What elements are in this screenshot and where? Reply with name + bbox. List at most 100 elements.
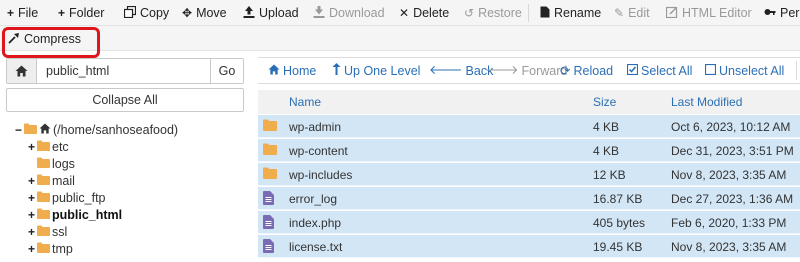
expand-plus-icon[interactable]: + — [27, 140, 36, 154]
home-button[interactable]: Home — [268, 58, 316, 83]
select-all-button[interactable]: Select All — [626, 58, 692, 83]
arrow-left-icon: 🡐 — [429, 63, 463, 77]
tree-item-logs[interactable]: logs — [27, 155, 75, 172]
folder-icon — [263, 119, 277, 134]
back-button[interactable]: 🡐 Back — [429, 58, 493, 83]
file-modified: Nov 8, 2023, 3:35 AM — [671, 167, 787, 182]
highlight-box — [2, 27, 100, 58]
file-size: 16.87 KB — [593, 191, 643, 206]
toolbar-divider — [528, 4, 529, 22]
html-editor-button[interactable]: HTML Editor — [665, 0, 752, 25]
file-name: wp-content — [289, 143, 348, 158]
home-icon[interactable] — [7, 59, 37, 83]
folder-icon — [37, 191, 50, 205]
navigation-bar: Home Up One Level 🡐 Back 🡒 Forward ⟳ Reload… — [258, 57, 800, 84]
tree-item-public-html[interactable]: + public_html — [27, 206, 122, 223]
edit-button[interactable]: ✎ Edit — [614, 0, 650, 25]
reload-button[interactable]: ⟳ Reload — [560, 58, 613, 83]
collapse-minus-icon[interactable]: − — [14, 123, 23, 137]
checked-box-icon — [626, 63, 639, 78]
table-row[interactable]: license.txt 19.45 KB Nov 8, 2023, 3:35 A… — [258, 235, 800, 258]
arrow-right-icon: 🡒 — [485, 63, 519, 77]
download-icon — [313, 5, 325, 21]
folder-icon — [263, 167, 277, 182]
expand-plus-icon[interactable]: + — [27, 191, 36, 205]
file-list-table: Name Size Last Modified wp-admin 4 KB Oc… — [258, 90, 800, 262]
file-name: wp-includes — [289, 167, 353, 182]
folder-icon — [37, 208, 50, 222]
close-icon: ✕ — [399, 6, 410, 20]
delete-button[interactable]: ✕ Delete — [399, 0, 449, 25]
folder-icon — [37, 225, 50, 239]
folder-icon — [263, 143, 277, 158]
pencil-icon: ✎ — [614, 6, 625, 20]
tree-root[interactable]: − (/home/sanhoseafood) — [14, 121, 178, 138]
upload-icon — [243, 5, 255, 21]
expand-plus-icon[interactable]: + — [27, 208, 36, 222]
tree-item-public-ftp[interactable]: + public_ftp — [27, 189, 106, 206]
expand-plus-icon[interactable]: + — [27, 225, 36, 239]
plus-icon: + — [58, 6, 66, 20]
file-modified: Oct 6, 2023, 10:12 AM — [671, 119, 791, 134]
tree-item-ssl[interactable]: + ssl — [27, 223, 67, 240]
move-button[interactable]: ✥ Move — [182, 0, 227, 25]
file-size: 19.45 KB — [593, 239, 643, 254]
file-modified: Nov 8, 2023, 3:35 AM — [671, 239, 787, 254]
folder-icon — [37, 157, 50, 171]
file-icon — [263, 239, 274, 256]
table-row[interactable]: wp-admin 4 KB Oct 6, 2023, 10:12 AM — [258, 115, 800, 138]
file-size: 4 KB — [593, 119, 620, 134]
tree-item-tmp[interactable]: + tmp — [27, 240, 73, 257]
new-file-button[interactable]: + File — [7, 0, 38, 25]
copy-icon — [123, 5, 137, 21]
file-size: 4 KB — [593, 143, 620, 158]
collapse-all-button[interactable]: Collapse All — [6, 88, 244, 112]
path-input[interactable] — [38, 59, 218, 83]
restore-button[interactable]: ↺ Restore — [464, 0, 522, 25]
up-one-level-button[interactable]: Up One Level — [332, 58, 420, 83]
file-name: license.txt — [289, 239, 343, 254]
upload-button[interactable]: Upload — [243, 0, 299, 25]
table-header: Name Size Last Modified — [258, 90, 800, 114]
column-header-name[interactable]: Name — [289, 90, 321, 114]
tree-item-etc[interactable]: + etc — [27, 138, 69, 155]
permissions-button[interactable]: Perm — [764, 0, 800, 25]
unselect-all-button[interactable]: Unselect All — [704, 58, 784, 83]
new-folder-button[interactable]: + Folder — [58, 0, 104, 25]
move-arrows-icon: ✥ — [182, 6, 193, 20]
forward-button[interactable]: 🡒 Forward — [485, 58, 567, 83]
table-row[interactable]: error_log 16.87 KB Dec 27, 2023, 1:36 AM — [258, 187, 800, 210]
file-size: 12 KB — [593, 167, 626, 182]
table-row[interactable]: wp-content 4 KB Dec 31, 2023, 3:51 PM — [258, 139, 800, 162]
download-button[interactable]: Download — [313, 0, 385, 25]
key-icon — [764, 6, 776, 21]
column-header-last-modified[interactable]: Last Modified — [671, 90, 742, 114]
folder-icon — [37, 140, 50, 154]
document-icon — [540, 6, 550, 21]
tree-item-mail[interactable]: + mail — [27, 172, 75, 189]
folder-icon — [37, 242, 50, 256]
file-icon — [263, 215, 274, 232]
table-row[interactable]: index.php 405 bytes Feb 6, 2020, 1:33 PM — [258, 211, 800, 234]
home-icon — [39, 122, 51, 137]
plus-icon: + — [7, 6, 15, 20]
expand-plus-icon[interactable]: + — [27, 174, 36, 188]
file-name: error_log — [289, 191, 338, 206]
go-button[interactable]: Go — [210, 59, 243, 83]
restore-icon: ↺ — [464, 6, 475, 20]
empty-box-icon — [704, 63, 717, 78]
expand-plus-icon[interactable]: + — [27, 242, 36, 256]
file-icon — [263, 191, 274, 208]
file-modified: Dec 27, 2023, 1:36 AM — [671, 191, 794, 206]
file-modified: Dec 31, 2023, 3:51 PM — [671, 143, 794, 158]
file-size: 405 bytes — [593, 215, 646, 230]
column-header-size[interactable]: Size — [593, 90, 616, 114]
level-up-icon — [332, 63, 341, 78]
rename-button[interactable]: Rename — [540, 0, 601, 25]
table-row[interactable]: wp-includes 12 KB Nov 8, 2023, 3:35 AM — [258, 163, 800, 186]
copy-button[interactable]: Copy — [123, 0, 169, 25]
home-icon — [268, 63, 280, 78]
refresh-icon: ⟳ — [560, 64, 571, 78]
folder-icon — [37, 174, 50, 188]
edit-square-icon — [665, 6, 678, 21]
